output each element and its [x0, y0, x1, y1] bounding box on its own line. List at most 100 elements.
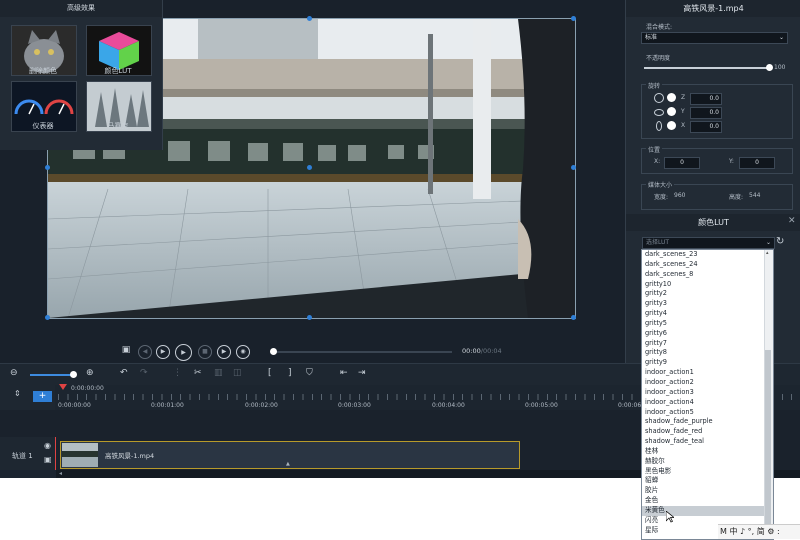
ime-status-text: M 中 ♪ °, 简 ⚙ : — [720, 527, 780, 536]
lut-option[interactable]: dark_scenes_23 — [642, 250, 773, 260]
lut-option[interactable]: gritty3 — [642, 299, 773, 309]
zoom-out-icon[interactable]: ⊖ — [10, 368, 18, 378]
rotate-x-dial[interactable] — [667, 121, 676, 130]
width-label: 宽度: — [654, 194, 669, 201]
track-expand-icon[interactable]: ⇕ — [14, 389, 21, 398]
snapshot-icon[interactable]: ▣ — [119, 345, 133, 355]
next-frame-icon[interactable]: ▶ — [217, 345, 231, 359]
split-icon[interactable]: ⋮ — [173, 368, 182, 378]
lut-option[interactable]: gritty5 — [642, 319, 773, 329]
opacity-slider-knob[interactable] — [766, 64, 773, 71]
go-end-icon[interactable]: ⇥ — [358, 368, 366, 378]
zoom-in-icon[interactable]: ⊕ — [86, 368, 94, 378]
lut-option[interactable]: indoor_action2 — [642, 378, 773, 388]
resize-handle-bl[interactable] — [45, 315, 50, 320]
ruler-tick-3: 0:00:03:00 — [338, 402, 371, 409]
lut-option[interactable]: gritty4 — [642, 309, 773, 319]
resize-handle-tr[interactable] — [571, 16, 576, 21]
lut-option[interactable]: indoor_action4 — [642, 398, 773, 408]
mark-in-icon[interactable]: [ — [268, 368, 272, 378]
opacity-value: 100 — [774, 64, 786, 71]
rotate-x-input[interactable]: 0.0 — [690, 121, 722, 133]
step-back-icon[interactable]: ▶ — [156, 345, 170, 359]
resize-handle-t[interactable] — [307, 16, 312, 21]
stop-icon[interactable]: ■ — [198, 345, 212, 359]
play-icon[interactable]: ▶ — [175, 344, 192, 361]
lut-option[interactable]: 赫胶尔 — [642, 457, 773, 467]
pos-x-label: X: — [654, 158, 661, 165]
marker-icon[interactable]: ⛉ — [306, 368, 313, 378]
delete-icon[interactable]: ▥ — [214, 368, 223, 378]
lut-option[interactable]: 胶片 — [642, 486, 773, 496]
go-start-icon[interactable]: ⇤ — [340, 368, 348, 378]
lut-option[interactable]: 桂林 — [642, 447, 773, 457]
lut-option[interactable]: gritty2 — [642, 289, 773, 299]
lut-option[interactable]: gritty7 — [642, 339, 773, 349]
properties-panel: 高铁风景-1.mp4 混合模式: 标准 ⌄ 不透明度 100 旋转 Z 0.0 … — [625, 0, 800, 214]
resize-handle-r[interactable] — [571, 165, 576, 170]
cut-icon[interactable]: ✂ — [194, 368, 202, 378]
refresh-icon[interactable]: ↻ — [776, 236, 784, 247]
lut-option[interactable]: gritty8 — [642, 348, 773, 358]
mouse-cursor-icon — [665, 510, 675, 525]
lut-option[interactable]: 金色 — [642, 496, 773, 506]
rotate-z-dial[interactable] — [667, 93, 676, 102]
lut-option[interactable]: gritty9 — [642, 358, 773, 368]
mark-out-icon[interactable]: ] — [288, 368, 292, 378]
lut-dropdown-list[interactable]: dark_scenes_23 dark_scenes_24 dark_scenes_… — [641, 249, 774, 540]
lut-list-scroll-thumb[interactable] — [765, 350, 771, 537]
video-clip[interactable]: 高铁风景-1.mp4 ▲ — [60, 441, 520, 469]
pos-y-input[interactable]: 0 — [739, 157, 775, 169]
effects-panel-title: 高级效果 — [0, 0, 162, 17]
prev-frame-icon[interactable]: ◀ — [138, 345, 152, 359]
redo-icon[interactable]: ↷ — [140, 368, 148, 378]
zoom-slider[interactable] — [30, 374, 72, 376]
pos-x-input[interactable]: 0 — [664, 157, 700, 169]
crop-icon[interactable]: ◫ — [233, 368, 242, 378]
lut-select[interactable]: 选择LUT ⌄ — [642, 237, 775, 249]
scroll-up-icon[interactable]: ▴ — [766, 250, 769, 256]
resize-handle-l[interactable] — [45, 165, 50, 170]
lut-option[interactable]: indoor_action3 — [642, 388, 773, 398]
undo-icon[interactable]: ↶ — [120, 368, 128, 378]
scroll-left-icon[interactable]: ◂ — [59, 470, 62, 477]
playback-progress-knob[interactable] — [270, 348, 277, 355]
rotate-y-input[interactable]: 0.0 — [690, 107, 722, 119]
rotate-center-handle[interactable] — [307, 165, 312, 170]
lut-option[interactable]: shadow_fade_red — [642, 427, 773, 437]
resize-handle-b[interactable] — [307, 315, 312, 320]
lut-option[interactable]: shadow_fade_teal — [642, 437, 773, 447]
lut-option[interactable]: 米黄色 — [642, 505, 773, 516]
chevron-down-icon: ⌄ — [765, 239, 771, 246]
height-value: 544 — [749, 192, 761, 199]
rotate-z-input[interactable]: 0.0 — [690, 93, 722, 105]
eye-icon[interactable]: ◉ — [44, 441, 51, 450]
ime-toolbar[interactable]: M 中 ♪ °, 简 ⚙ : — [718, 524, 800, 539]
lut-option[interactable]: indoor_action5 — [642, 408, 773, 418]
lut-option[interactable]: 黑色电影 — [642, 467, 773, 477]
playhead-icon[interactable] — [59, 384, 67, 390]
lock-icon[interactable]: ▣ — [44, 455, 52, 464]
lut-option[interactable]: dark_scenes_24 — [642, 260, 773, 270]
lut-option[interactable]: gritty10 — [642, 280, 773, 290]
opacity-slider[interactable] — [644, 67, 769, 69]
position-label: 位置 — [646, 145, 663, 154]
lut-option[interactable]: indoor_action1 — [642, 368, 773, 378]
playback-progress-track[interactable] — [272, 351, 452, 353]
clip-drag-handle[interactable]: ▲ — [286, 461, 290, 467]
close-icon[interactable]: ✕ — [788, 216, 796, 226]
track-label: 轨道 1 — [12, 452, 33, 460]
lut-option[interactable]: 貂蝉 — [642, 476, 773, 486]
resize-handle-br[interactable] — [571, 315, 576, 320]
volume-icon[interactable]: ◉ — [236, 345, 250, 359]
lut-option[interactable]: shadow_fade_purple — [642, 417, 773, 427]
add-track-button[interactable]: + — [33, 391, 52, 402]
lut-option[interactable]: dark_scenes_8 — [642, 270, 773, 280]
lut-option[interactable]: gritty6 — [642, 329, 773, 339]
time-total: 00:04 — [482, 347, 502, 355]
zoom-slider-knob[interactable] — [70, 371, 77, 378]
rotate-y-dial[interactable] — [667, 107, 676, 116]
remove-color-label: 删除颜色 — [29, 67, 57, 75]
blend-mode-select[interactable]: 标准 ⌄ — [641, 32, 788, 44]
rotate-y-icon — [654, 109, 664, 116]
